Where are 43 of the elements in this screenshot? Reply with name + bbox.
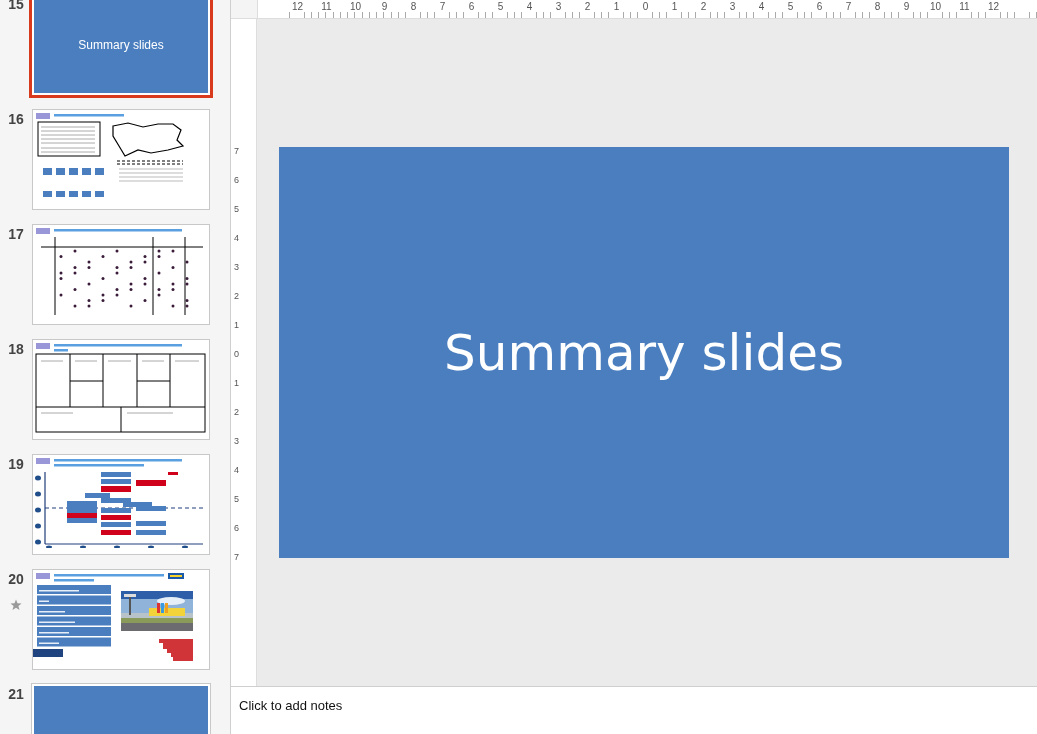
ruler-number: 5	[233, 492, 240, 506]
ruler-number: 2	[233, 405, 240, 419]
ruler-number: 2	[233, 289, 240, 303]
ruler-number: 4	[233, 463, 240, 477]
ruler-number: 7	[233, 144, 240, 158]
button-shape-icon	[33, 649, 63, 657]
slide-number: 18	[8, 341, 24, 357]
ruler-number: 1	[233, 318, 240, 332]
slide-thumbnail[interactable]	[32, 339, 210, 440]
ruler-number: 6	[233, 173, 240, 187]
ruler-number: 3	[233, 434, 240, 448]
slide-thumbnail[interactable]: Summary slides	[32, 0, 210, 95]
slide-title[interactable]: Summary slides	[444, 323, 844, 382]
slide-title: Summary slides	[78, 37, 164, 52]
tag-icon	[36, 228, 50, 234]
tag-icon	[36, 573, 50, 579]
ruler-number: 7	[233, 550, 240, 564]
staircase-drawing	[159, 638, 193, 661]
tag-icon	[36, 458, 50, 464]
slide-thumbnail[interactable]	[32, 569, 210, 670]
slide-number: 21	[8, 686, 24, 702]
slide-thumbnail[interactable]	[32, 454, 210, 555]
ruler-number: 1	[233, 376, 240, 390]
slide-number: 17	[8, 226, 24, 242]
logo-icon	[168, 573, 184, 579]
slide-number: 20	[8, 571, 24, 587]
ruler-number: 3	[233, 260, 240, 274]
slide-number: 19	[8, 456, 24, 472]
slide-thumbnail[interactable]	[32, 224, 210, 325]
tag-icon	[36, 113, 50, 119]
slide[interactable]: Summary slides	[279, 147, 1009, 558]
tag-icon	[36, 343, 50, 349]
star-icon[interactable]	[10, 599, 22, 611]
notes-placeholder: Click to add notes	[239, 698, 343, 713]
ruler-number: 6	[233, 521, 240, 535]
slide-number: 16	[8, 111, 24, 127]
title-line-drawing	[54, 114, 124, 117]
slide-number: 15	[8, 0, 24, 12]
slide-thumbnail[interactable]	[32, 109, 210, 210]
notes-field[interactable]: Click to add notes	[231, 686, 1037, 734]
ruler-number: 0	[233, 347, 240, 361]
ruler-number: 5	[233, 202, 240, 216]
ruler-number: 4	[233, 231, 240, 245]
